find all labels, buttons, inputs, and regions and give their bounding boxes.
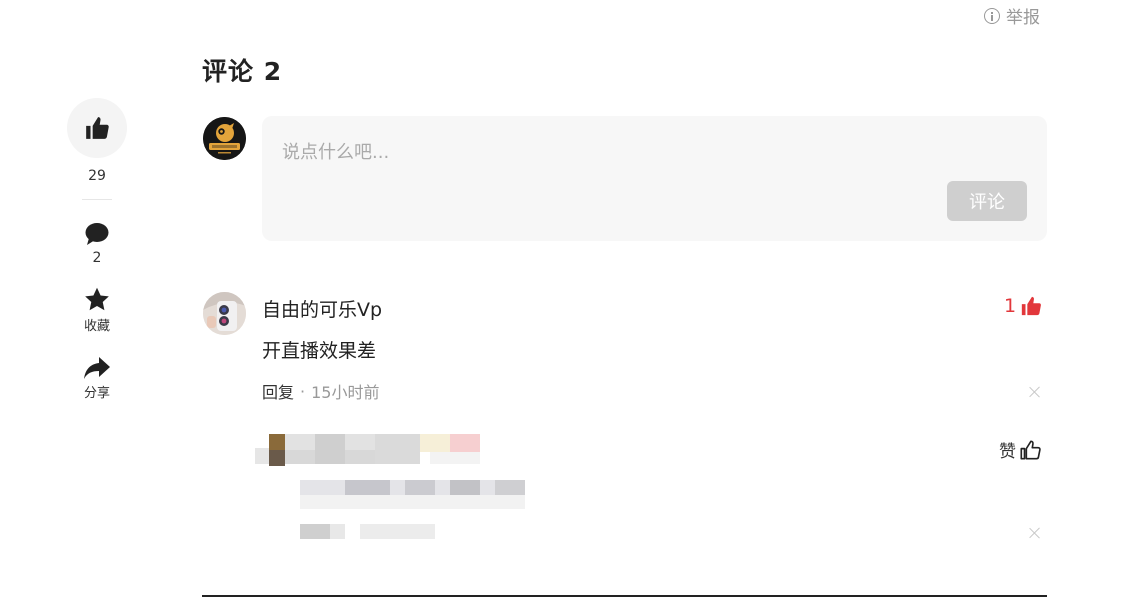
thumbs-up-icon [86, 117, 109, 139]
like-count: 29 [88, 168, 106, 184]
comment-username[interactable]: 自由的可乐Vp [262, 295, 382, 322]
reply-button[interactable]: 回复 [262, 379, 294, 403]
comment-bubble-icon [85, 223, 109, 245]
like-button[interactable] [67, 98, 127, 158]
star-icon [85, 287, 109, 311]
favorite-button[interactable]: 收藏 [83, 286, 111, 334]
comment-like-button[interactable]: 1 [1004, 295, 1042, 317]
info-circle-icon [984, 7, 1000, 24]
comment-like-count: 1 [1004, 295, 1017, 317]
divider [202, 595, 1047, 597]
submit-comment-button[interactable]: 评论 [947, 181, 1027, 221]
thumbs-up-filled-icon [1021, 296, 1042, 316]
comment-meta: 回复 · 15小时前 [262, 379, 379, 403]
close-icon[interactable] [1027, 525, 1043, 541]
comment-input[interactable] [262, 116, 1047, 206]
favorite-label: 收藏 [83, 319, 110, 334]
share-label: 分享 [83, 386, 110, 401]
meta-separator: · [300, 381, 306, 401]
commenter-avatar[interactable] [203, 292, 246, 335]
reply-like-label: 赞 [999, 442, 1016, 462]
close-icon[interactable] [1027, 384, 1043, 400]
report-label: 举报 [1006, 8, 1040, 28]
phone-camera-avatar-icon [203, 292, 246, 335]
comment-count: 2 [92, 250, 102, 266]
comment-composer: 评论 [262, 116, 1047, 241]
thumbs-up-outline-icon [1020, 439, 1041, 460]
avatar [203, 117, 246, 160]
comment-time: 15小时前 [311, 383, 380, 402]
action-rail: 29 2 收藏 分享 [66, 98, 128, 401]
comment-button[interactable]: 2 [84, 222, 110, 266]
report-link[interactable]: 举报 [984, 3, 1040, 28]
music-logo-icon [203, 117, 246, 160]
comment-text: 开直播效果差 [262, 340, 377, 362]
share-button[interactable]: 分享 [83, 356, 111, 401]
comments-title: 评论 2 [202, 57, 283, 86]
rail-divider [82, 199, 112, 200]
reply-like-button[interactable]: 赞 [999, 437, 1041, 462]
share-arrow-icon [84, 357, 110, 379]
